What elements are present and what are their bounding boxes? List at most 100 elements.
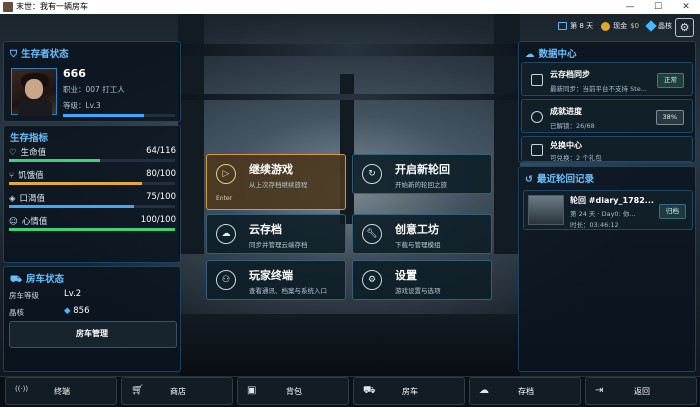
indicator-value: 100/100 [140, 215, 176, 225]
indicator-value: 64/116 [146, 146, 176, 156]
maximize-button[interactable]: ☐ [644, 0, 672, 14]
redeem-center-item[interactable]: 兑换中心 可兑换：2 个礼包 [521, 136, 693, 162]
fork-knife-icon: ⑂ [9, 171, 15, 181]
calendar-icon [558, 22, 568, 30]
users-icon: ⚇ [216, 270, 236, 290]
nav-button-label: 终端 [54, 387, 70, 396]
gear-icon: ⚙ [679, 21, 690, 34]
run-thumbnail [528, 195, 564, 225]
indicator-bar [9, 159, 175, 162]
run-duration: 时长：03:46:12 [570, 221, 619, 229]
nav-button-signal[interactable]: ((·)) 终端 [5, 377, 117, 405]
indicator-label: ☺ 心情值 [9, 217, 48, 227]
settings-button[interactable]: ⚙ 设置 游戏设置与选项 [352, 260, 492, 300]
indicator-value: 80/100 [146, 169, 176, 179]
upload-icon [531, 74, 543, 86]
rv-crystal-value: ◆ 856 [64, 306, 90, 316]
day-counter: 第 8 天 [558, 21, 593, 31]
rv-status-panel: ⛟ 房车状态 [3, 266, 181, 372]
coin-icon [601, 21, 611, 31]
app-icon [3, 2, 13, 12]
indicator-bar [9, 228, 175, 231]
indicator-bar-fill [9, 228, 175, 231]
shield-icon: ⛉ [10, 49, 18, 60]
nav-button-label: 返回 [634, 387, 650, 396]
nav-button-backpack[interactable]: ▣ 背包 [237, 377, 349, 405]
window-title: 末世：我有一辆房车 [16, 2, 88, 11]
survivor-name: 666 [63, 67, 86, 80]
continue-game-button[interactable]: ▷ 继续游戏 从上次存档继续旅程 Enter [206, 154, 346, 210]
archive-tag: 归档 [659, 204, 686, 219]
award-icon [531, 111, 543, 123]
backpack-icon: ▣ [247, 385, 257, 396]
rv-level-value: Lv.2 [64, 289, 82, 299]
indicator-label: ◈ 口渴值 [9, 194, 46, 204]
indicator-bar-fill [9, 159, 101, 162]
close-button[interactable]: ✕ [672, 0, 700, 14]
indicator-label: ♡ 生命值 [9, 148, 47, 158]
cloud-sync-item[interactable]: 云存档同步 最新同步：当前平台不支持 Ste... 正常 [521, 62, 693, 96]
droplet-icon: ◈ [9, 194, 16, 204]
indicator-value: 75/100 [146, 192, 176, 202]
rv-manage-label: 房车管理 [76, 329, 108, 338]
minimize-button[interactable]: — [616, 0, 644, 14]
workshop-button[interactable]: 🔧︎ 创意工坊 下载与管理模组 [352, 214, 492, 254]
gear-icon: ⚙ [362, 270, 382, 290]
gem-icon [645, 20, 657, 32]
rv-crystal-label: 晶核 [9, 308, 24, 317]
run-subtitle: 第 24 天 · Day0: 你... [570, 210, 636, 218]
indicator-bar [9, 205, 175, 208]
survivor-status-header: ⛉ 生存者状态 [10, 49, 69, 60]
rv-status-header: ⛟ 房车状态 [10, 274, 64, 285]
heart-icon: ♡ [9, 148, 17, 158]
data-center-header: ☁ 数据中心 [525, 49, 577, 60]
player-terminal-button[interactable]: ⚇ 玩家终端 查看通讯、档案与系统入口 [206, 260, 346, 300]
cloud-save-button[interactable]: ☁ 云存档 同步并管理云端存档 [206, 214, 346, 254]
window-titlebar: 末世：我有一辆房车 — ☐ ✕ [0, 0, 700, 14]
nav-button-cloud[interactable]: ☁ 存档 [469, 377, 581, 405]
nav-button-label: 房车 [402, 387, 418, 396]
level-progress-fill [63, 114, 144, 117]
new-cycle-button[interactable]: ↻ 开启新轮回 开始新的轮回之旅 [352, 154, 492, 194]
rv-level-label: 房车等级 [9, 291, 39, 300]
cash-counter: 现金 $0 [601, 21, 639, 31]
level-progress-bar [63, 114, 175, 117]
survivor-job: 职业：007 打工人 [63, 85, 125, 94]
indicator-label: ⑂ 饥饿值 [9, 171, 44, 181]
indicator-bar-fill [9, 205, 134, 208]
truck-icon: ⛟ [363, 385, 376, 396]
nav-button-exit[interactable]: ⇥ 返回 [585, 377, 697, 405]
cloud-icon: ☁ [525, 49, 535, 60]
gem-icon: ◆ [64, 306, 71, 316]
nav-button-label: 商店 [170, 387, 186, 396]
play-icon: ▷ [216, 164, 236, 184]
run-title: 轮回 #diary_1782... [570, 196, 654, 205]
history-icon: ↺ [525, 174, 533, 185]
nav-button-label: 背包 [286, 387, 302, 396]
cart-icon: 🛒︎ [131, 385, 144, 396]
signal-icon: ((·)) [15, 385, 29, 393]
cloud-icon: ☁ [479, 385, 489, 396]
indicator-bar-fill [9, 182, 142, 185]
nav-button-label: 存档 [518, 387, 534, 396]
nav-button-cart[interactable]: 🛒︎ 商店 [121, 377, 233, 405]
achievement-percent-tag: 38% [655, 110, 684, 125]
truck-icon: ⛟ [10, 274, 22, 285]
refresh-icon: ↻ [362, 164, 382, 184]
indicator-bar [9, 182, 175, 185]
achievement-progress-item[interactable]: 成就进度 已解锁：26/68 38% [521, 99, 693, 133]
cockpit-top-beam [180, 44, 520, 56]
wrench-icon: 🔧︎ [362, 224, 382, 244]
indicators-header: 生存指标 [10, 133, 49, 144]
settings-gear-button[interactable]: ⚙ [675, 18, 694, 37]
survivor-avatar [11, 68, 57, 116]
rv-manage-button[interactable]: 房车管理 [9, 321, 177, 348]
cockpit-window-frame [180, 94, 520, 100]
survivor-level: 等级：Lv.3 [63, 101, 101, 110]
gift-icon [531, 144, 543, 156]
recent-run-item[interactable]: 轮回 #diary_1782... 第 24 天 · Day0: 你... 时长… [523, 190, 693, 230]
exit-icon: ⇥ [595, 385, 604, 396]
enter-key-hint: Enter [216, 195, 233, 202]
sync-status-tag: 正常 [657, 73, 684, 88]
nav-button-truck[interactable]: ⛟ 房车 [353, 377, 465, 405]
